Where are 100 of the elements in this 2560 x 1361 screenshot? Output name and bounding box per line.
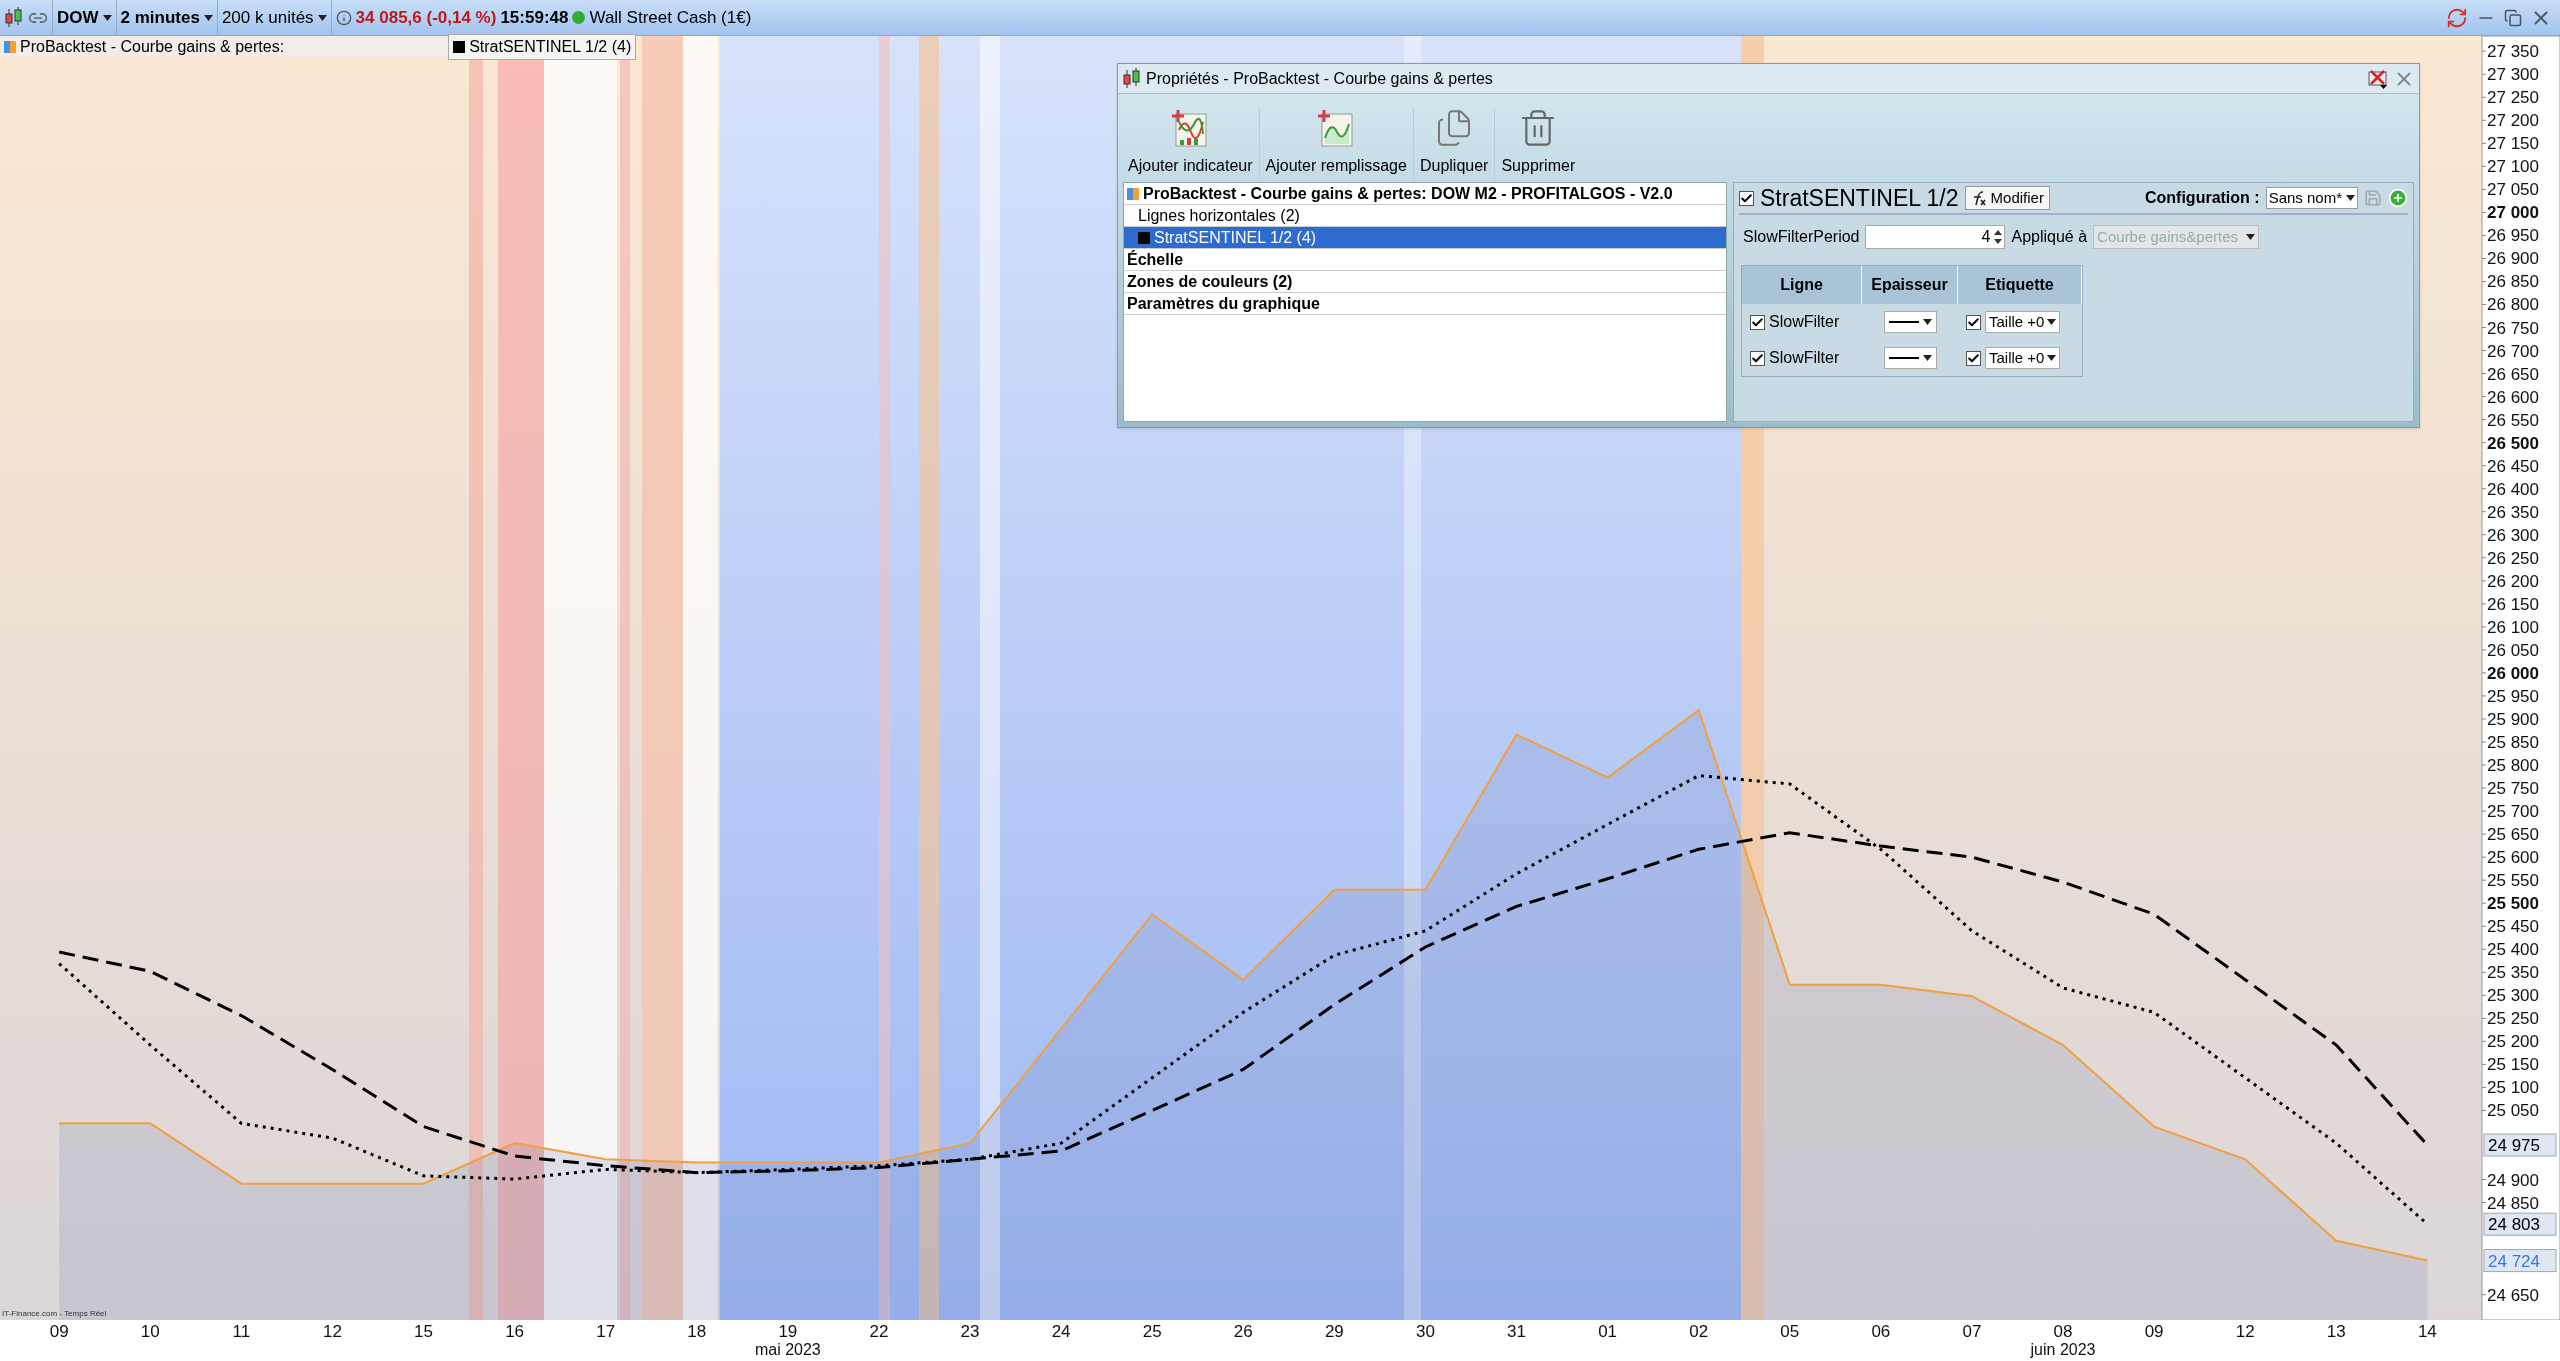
line-name: SlowFilter — [1769, 312, 1840, 332]
timeframe-dropdown[interactable]: 2 minutes — [115, 0, 217, 35]
date-label: 17 — [596, 1322, 616, 1341]
candlestick-icon — [4, 6, 24, 29]
checkbox[interactable] — [1966, 314, 1981, 330]
price-label: 25 900 — [2487, 710, 2539, 729]
price-label: 25 500 — [2487, 894, 2539, 914]
market-name: Wall Street Cash (1€) — [589, 6, 752, 29]
date-label: 23 — [960, 1322, 980, 1341]
price-label: 25 750 — [2487, 779, 2539, 799]
price-label: 25 100 — [2487, 1078, 2539, 1098]
tree-item[interactable]: ProBacktest - Courbe gains & pertes: DOW M2 - PROFITALGOS - V2.0 — [1124, 183, 1726, 205]
toolbar-button[interactable]: Ajouter indicateur — [1122, 108, 1260, 182]
price-label: 26 600 — [2487, 387, 2539, 407]
price-label: 26 900 — [2487, 249, 2539, 269]
modify-button[interactable]: Modifier — [1964, 186, 2050, 210]
price-label: 27 350 — [2487, 42, 2539, 62]
date-label: 22 — [869, 1322, 889, 1341]
price-label: 24 650 — [2487, 1285, 2539, 1305]
date-label: 07 — [1962, 1322, 1982, 1341]
price-label: 25 850 — [2487, 733, 2539, 752]
price-label: 26 800 — [2487, 295, 2539, 315]
month-label: juin 2023 — [2030, 1341, 2096, 1358]
date-label: 09 — [49, 1322, 69, 1341]
refresh-icon[interactable] — [2446, 6, 2468, 29]
price-label: 25 050 — [2487, 1101, 2539, 1121]
date-label: 26 — [1233, 1322, 1253, 1341]
line-style-icon — [1888, 320, 1919, 324]
caret-icon — [203, 14, 213, 21]
checkbox[interactable] — [1966, 350, 1981, 366]
price-label: 27 200 — [2487, 111, 2539, 131]
window-x-icon[interactable] — [2367, 67, 2389, 90]
spinner-icon[interactable] — [1992, 228, 2005, 246]
date-label: 25 — [1142, 1322, 1162, 1341]
price-label: 26 250 — [2487, 548, 2539, 568]
checkbox[interactable] — [1750, 350, 1765, 366]
price-label: 26 100 — [2487, 617, 2539, 637]
price-tag: 24 724 — [2483, 1249, 2557, 1273]
price-label: 25 650 — [2487, 825, 2539, 845]
caret-icon — [2246, 234, 2256, 240]
price-label: 26 850 — [2487, 272, 2539, 292]
price-label: 26 950 — [2487, 226, 2539, 246]
add-icon[interactable] — [2388, 188, 2408, 208]
label-size-select[interactable]: Taille +0 — [1985, 311, 2061, 333]
restore-icon[interactable] — [2504, 8, 2522, 27]
price-label: 24 850 — [2487, 1193, 2539, 1213]
date-label: 05 — [1780, 1322, 1800, 1341]
tree-item[interactable]: StratSENTINEL 1/2 (4) — [1124, 227, 1726, 249]
price-label: 25 800 — [2487, 756, 2539, 776]
caret-icon — [1922, 355, 1932, 361]
price-label: 26 150 — [2487, 594, 2539, 614]
price-label: 27 050 — [2487, 180, 2539, 200]
price-label: 27 250 — [2487, 88, 2539, 108]
caret-icon — [1922, 319, 1932, 325]
checkbox[interactable] — [1750, 314, 1765, 330]
date-label: 10 — [140, 1322, 160, 1341]
caret-icon — [102, 14, 112, 21]
date-label: 01 — [1598, 1322, 1618, 1341]
price-label: 24 900 — [2487, 1170, 2539, 1190]
info-icon[interactable] — [335, 9, 352, 26]
symbol-dropdown[interactable]: DOW — [52, 0, 116, 35]
price-label: 25 450 — [2487, 917, 2539, 937]
date-label: 16 — [505, 1322, 525, 1341]
price-label: 26 200 — [2487, 571, 2539, 591]
configuration-select[interactable]: Sans nom* — [2265, 187, 2358, 209]
price-tag: 24 975 — [2483, 1133, 2557, 1157]
price-label: 25 950 — [2487, 686, 2539, 706]
tree-item[interactable]: Échelle — [1124, 249, 1726, 271]
date-label: 12 — [2235, 1322, 2255, 1341]
candlestick-icon — [1122, 67, 1142, 90]
price-label: 26 050 — [2487, 640, 2539, 660]
date-label: 30 — [1416, 1322, 1435, 1341]
price-label: 25 150 — [2487, 1055, 2539, 1075]
legend-label: StratSENTINEL 1/2 (4) — [469, 36, 632, 57]
tree-item[interactable]: Zones de couleurs (2) — [1124, 271, 1726, 293]
strategy-swatch-icon — [4, 40, 16, 53]
legend-label: ProBacktest - Courbe gains & pertes: — [20, 36, 285, 57]
price-label: 26 700 — [2487, 341, 2539, 361]
price-label: 27 150 — [2487, 134, 2539, 154]
date-label: 08 — [2053, 1322, 2073, 1341]
strategy-swatch-icon — [1127, 187, 1139, 200]
tree-item[interactable]: Paramètres du graphique — [1124, 293, 1726, 315]
label-size-select[interactable]: Taille +0 — [1985, 347, 2061, 369]
price-label: 25 200 — [2487, 1032, 2539, 1052]
column-header: Ligne — [1742, 266, 1862, 304]
date-label: 12 — [323, 1322, 342, 1341]
indicator-name: StratSENTINEL 1/2 — [1760, 183, 1959, 213]
price-label: 27 000 — [2487, 203, 2539, 223]
parameter-spinbox[interactable]: 4 — [1865, 225, 2006, 249]
checkbox[interactable] — [1739, 190, 1754, 206]
line-style-select[interactable] — [1883, 311, 1937, 333]
time: 15:59:48 — [500, 6, 569, 29]
price-label: 26 400 — [2487, 479, 2539, 499]
line-style-select[interactable] — [1883, 347, 1937, 369]
price-label: 25 300 — [2487, 986, 2539, 1006]
column-header: Etiquette — [1958, 266, 2082, 304]
date-label: 06 — [1871, 1322, 1891, 1341]
toolbar-button[interactable]: Supprimer — [1495, 108, 1582, 182]
quantity-dropdown[interactable]: 200 k unités — [216, 0, 331, 35]
price-label: 26 000 — [2487, 663, 2539, 683]
